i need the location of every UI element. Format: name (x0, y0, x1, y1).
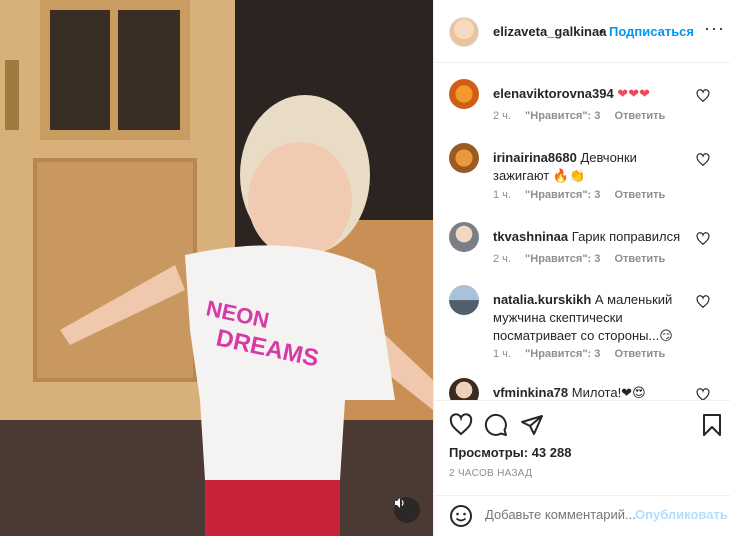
comments-list[interactable]: elenaviktorovna394 ❤❤❤ 2 ч. "Нравится": … (434, 63, 730, 400)
reply-button[interactable]: Ответить (614, 348, 665, 360)
reply-button[interactable]: Ответить (614, 253, 665, 265)
reply-button[interactable]: Ответить (614, 189, 665, 201)
heart-icon[interactable] (696, 153, 710, 167)
comment-meta: 1 ч. "Нравится": 3 Ответить (493, 348, 676, 360)
comment-text: natalia.kurskikh А маленький мужчина ске… (493, 291, 688, 345)
post-author-username[interactable]: elizaveta_galkinaa (493, 24, 606, 39)
avatar[interactable] (449, 285, 479, 315)
comment-username[interactable]: vfminkina78 (493, 385, 568, 400)
heart-icon[interactable] (696, 295, 710, 309)
comment-username[interactable]: natalia.kurskikh (493, 292, 591, 307)
heart-icon[interactable] (696, 388, 710, 400)
post-actions: Просмотры: 43 288 2 ЧАСОВ НАЗАД (434, 400, 730, 495)
speaker-icon (395, 498, 404, 508)
heart-icon[interactable] (696, 89, 710, 103)
comment-text: elenaviktorovna394 ❤❤❤ (493, 85, 688, 103)
comment-text: vfminkina78 Милота!❤😍 (493, 384, 688, 400)
comment-meta: 2 ч. "Нравится": 3 Ответить (493, 253, 676, 265)
comment-input[interactable] (485, 507, 635, 522)
comment-time[interactable]: 2 ч. (493, 110, 511, 122)
comment-body: ❤❤❤ (613, 86, 650, 101)
comment-likes[interactable]: "Нравится": 3 (525, 348, 600, 360)
avatar[interactable] (449, 79, 479, 109)
paper-plane-icon[interactable] (520, 413, 544, 437)
post-video[interactable]: NEON DREAMS (0, 0, 433, 536)
comment-likes[interactable]: "Нравится": 3 (525, 253, 600, 265)
comment-time[interactable]: 1 ч. (493, 348, 511, 360)
heart-icon[interactable] (696, 232, 710, 246)
comment-likes[interactable]: "Нравится": 3 (525, 189, 600, 201)
avatar[interactable] (449, 143, 479, 173)
separator-dot: • (599, 24, 604, 39)
follow-button[interactable]: Подписаться (609, 24, 694, 39)
avatar[interactable] (449, 17, 479, 47)
avatar[interactable] (449, 222, 479, 252)
publish-button[interactable]: Опубликовать (635, 507, 728, 522)
smiley-icon[interactable] (449, 504, 473, 528)
post-header: elizaveta_galkinaa • Подписаться ··· (434, 0, 730, 63)
video-frame-illustration: NEON DREAMS (0, 0, 433, 536)
comment-time[interactable]: 1 ч. (493, 189, 511, 201)
avatar[interactable] (449, 378, 479, 400)
view-count[interactable]: Просмотры: 43 288 (449, 445, 571, 460)
more-options-icon[interactable]: ··· (704, 18, 725, 39)
bookmark-icon[interactable] (700, 413, 724, 437)
comment-meta: 1 ч. "Нравится": 3 Ответить (493, 189, 676, 201)
post-timestamp: 2 ЧАСОВ НАЗАД (449, 468, 533, 479)
comment-meta: 2 ч. "Нравится": 3 Ответить (493, 110, 676, 122)
comment-body: Гарик поправился (568, 229, 681, 244)
sound-toggle-button[interactable] (394, 497, 420, 523)
comment-username[interactable]: elenaviktorovna394 (493, 86, 614, 101)
post-side-panel: elizaveta_galkinaa • Подписаться ··· ele… (433, 0, 730, 536)
comment-time[interactable]: 2 ч. (493, 253, 511, 265)
add-comment-bar: Опубликовать (434, 495, 730, 536)
comment-username[interactable]: irinairina8680 (493, 150, 577, 165)
comment-text: irinairina8680 Девчонки зажигают 🔥👏 (493, 149, 688, 185)
comment-text: tkvashninaa Гарик поправился (493, 228, 688, 246)
comment-username[interactable]: tkvashninaa (493, 229, 568, 244)
heart-icon[interactable] (449, 413, 473, 437)
comment-body: Милота!❤😍 (568, 385, 646, 400)
comment-icon[interactable] (484, 413, 508, 437)
reply-button[interactable]: Ответить (614, 110, 665, 122)
comment-likes[interactable]: "Нравится": 3 (525, 110, 600, 122)
